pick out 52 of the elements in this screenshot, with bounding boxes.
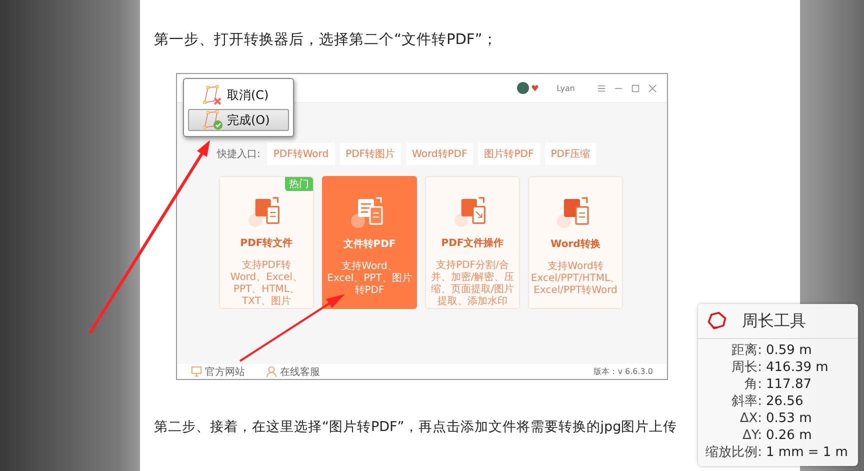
card-title: PDF转文件	[240, 236, 293, 250]
card-description: 支持PDF转Word、Excel、PPT、HTML、TXT、图片	[229, 260, 304, 308]
hot-badge: 热门	[285, 177, 313, 191]
measure-label: 周长:	[730, 359, 762, 376]
measure-value: 0.53 m	[766, 410, 813, 427]
polygon-cross-icon	[203, 85, 223, 105]
measure-value: 1 mm = 1 m	[766, 444, 849, 461]
perimeter-icon	[706, 310, 728, 332]
measure-label: 距离:	[730, 342, 762, 359]
measure-value: 0.59 m	[766, 342, 813, 359]
quick-entry-chip[interactable]: Word转PDF	[406, 143, 474, 165]
card-description: 支持Word、Excel、PPT、图片转PDF	[327, 261, 412, 297]
quick-entry-chip[interactable]: 图片转PDF	[478, 143, 540, 165]
user-name: Lyan	[556, 84, 575, 92]
measure-label: 角:	[744, 376, 762, 393]
measure-value: 0.26 m	[766, 427, 813, 444]
measure-label: 缩放比例:	[704, 444, 762, 461]
quick-entry-chip[interactable]: PDF压缩	[544, 143, 596, 165]
quick-entry-label: 快捷入口:	[217, 148, 260, 161]
close-icon[interactable]	[648, 84, 657, 92]
measure-label: ΔY:	[742, 427, 762, 444]
card-title: Word转换	[550, 238, 600, 251]
avatar	[516, 82, 529, 94]
measure-label: 斜率:	[730, 393, 762, 410]
quick-entry-chip[interactable]: PDF转Word	[267, 143, 335, 165]
feature-card[interactable]: 文件转PDF 支持Word、Excel、PPT、图片转PDF	[322, 176, 417, 309]
quick-entry-chip[interactable]: PDF转图片	[340, 143, 402, 165]
menu-item[interactable]: 完成(O)	[188, 109, 289, 131]
feature-card[interactable]: 热门 PDF转文件 支持PDF转Word、Excel、PPT、HTML、TXT、图片	[219, 176, 314, 309]
panel-title: 周长工具	[742, 310, 806, 332]
measure-label: ΔX:	[738, 410, 762, 427]
card-description: 支持PDF分割/合并、加密/解密、压缩、页面提取/图片提取、添加水印	[430, 260, 515, 308]
paragraph: 第一步、打开转换器后，选择第二个“文件转PDF”；	[154, 31, 498, 49]
person-icon	[266, 366, 277, 377]
footer-link[interactable]: 官方网站	[205, 364, 245, 378]
card-title: 文件转PDF	[343, 238, 396, 251]
feature-card[interactable]: PDF文件操作 支持PDF分割/合并、加密/解密、压缩、页面提取/图片提取、添加水印	[425, 176, 520, 309]
measure-value: 416.39 m	[766, 359, 830, 376]
heart-icon	[530, 84, 539, 92]
paragraph: 第二步、接着，在这里选择“图片转PDF”，再点击添加文件将需要转换的jpg图片上传	[154, 418, 678, 436]
polygon-check-icon	[203, 110, 223, 130]
maximize-icon[interactable]	[631, 84, 640, 92]
menu-item[interactable]: 取消(C)	[188, 84, 289, 106]
menu-icon[interactable]	[597, 84, 606, 92]
footer-link[interactable]: 在线客服	[280, 364, 320, 378]
monitor-icon	[191, 366, 202, 377]
version-label: 版本：v 6.6.3.0	[594, 366, 653, 377]
feature-card[interactable]: Word转换 支持Word转Excel/PPT/HTML、Excel/PPT转Word	[528, 176, 623, 309]
card-title: PDF文件操作	[441, 236, 504, 250]
card-description: 支持Word转Excel/PPT/HTML、Excel/PPT转Word	[530, 261, 620, 297]
measure-value: 117.87	[766, 376, 812, 393]
measure-value: 26.56	[766, 393, 804, 410]
